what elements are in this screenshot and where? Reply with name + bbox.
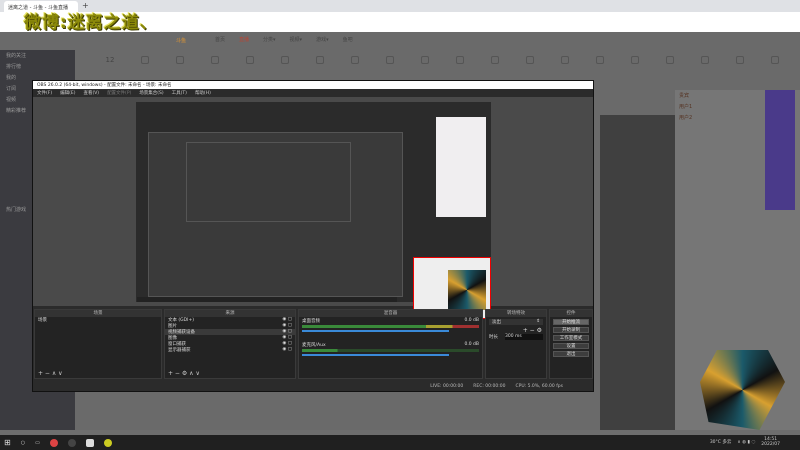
- scene-toolbar[interactable]: + − ∧ ∨: [38, 370, 63, 377]
- exit-button[interactable]: 退出: [553, 351, 589, 357]
- source-item[interactable]: 显示器捕获 ◉ ▢: [165, 347, 295, 353]
- mixer-dock: 混音器 桌面音频 0.0 dB 麦克风/Aux 0.0 dB: [298, 309, 483, 379]
- menu-edit[interactable]: 编辑(E): [60, 90, 75, 96]
- site-icon[interactable]: [695, 56, 715, 66]
- weather[interactable]: 30°C 多云: [710, 439, 732, 445]
- obs-menu-bar: 文件(F) 编辑(E) 查看(V) 配置文件(P) 场景集合(S) 工具(T) …: [33, 89, 593, 96]
- count-label: 12: [105, 56, 115, 64]
- nav-yuba[interactable]: 鱼吧: [343, 36, 353, 43]
- site-icon[interactable]: [765, 56, 785, 66]
- site-icon[interactable]: [555, 56, 575, 66]
- volume-slider[interactable]: [302, 330, 449, 332]
- site-icon[interactable]: [310, 56, 330, 66]
- dock-title: 混音器: [299, 310, 482, 317]
- cpu-fps: CPU: 5.0%, 60.00 fps: [515, 384, 564, 389]
- task-view-icon[interactable]: ▭: [35, 440, 40, 446]
- dock-title: 场景: [35, 310, 161, 317]
- menu-profile[interactable]: 配置文件(P): [107, 90, 131, 96]
- site-icon[interactable]: [625, 56, 645, 66]
- live-time: LIVE: 00:00:00: [430, 384, 464, 389]
- site-icon[interactable]: [170, 56, 190, 66]
- nav-video[interactable]: 视频▾: [290, 36, 303, 43]
- nav-game[interactable]: 游戏▾: [316, 36, 329, 43]
- scene-item[interactable]: 场景: [35, 317, 161, 323]
- obs-icon[interactable]: [67, 438, 76, 447]
- start-recording-button[interactable]: 开始录制: [553, 327, 589, 333]
- obs-preview[interactable]: [33, 97, 593, 319]
- nested-taskbar: [137, 297, 397, 302]
- dock-title: 转场特效: [486, 310, 546, 317]
- settings-button[interactable]: 设置: [553, 343, 589, 349]
- site-icon[interactable]: [205, 56, 225, 66]
- menu-scene-collection[interactable]: 场景集合(S): [139, 90, 163, 96]
- windows-start-icon[interactable]: ⊞: [4, 438, 11, 447]
- search-icon[interactable]: ○: [21, 440, 25, 446]
- site-icon-row: 12: [100, 56, 785, 66]
- site-icon[interactable]: [450, 56, 470, 66]
- left-nav-item[interactable]: 排行榜: [0, 61, 75, 72]
- app-icon[interactable]: [85, 438, 94, 447]
- system-tray: 30°C 多云 ∧ ◍ ▮ ◌ 14:51 2022/07: [710, 437, 780, 447]
- obs-title-bar: OBS 26.0.2 (64-bit, windows) - 配置文件: 未命名…: [33, 81, 593, 89]
- menu-tools[interactable]: 工具(T): [172, 90, 187, 96]
- duration-input[interactable]: 300 ms: [505, 334, 543, 340]
- scenes-dock: 场景 场景 + − ∧ ∨: [34, 309, 162, 379]
- site-icon[interactable]: [380, 56, 400, 66]
- source-toolbar[interactable]: + − ⚙ ∧ ∨: [168, 370, 200, 377]
- nav-category[interactable]: 分类▾: [263, 36, 276, 43]
- nested-chat-capture: [436, 117, 486, 217]
- sources-dock: 来源 文本 (GDI+) ◉ ▢ 图片 ◉ ▢ 视频捕获设备 ◉ ▢ 图像 ◉ ▢ 窗口…: [164, 309, 296, 379]
- volume-slider[interactable]: [302, 354, 449, 356]
- site-nav: 首页 直播 分类▾ 视频▾ 游戏▾ 鱼吧: [215, 36, 353, 43]
- mascot-source: [448, 270, 486, 310]
- app-icon[interactable]: [103, 438, 112, 447]
- site-icon[interactable]: [275, 56, 295, 66]
- menu-view[interactable]: 查看(V): [83, 90, 99, 96]
- windows-taskbar: ⊞ ○ ▭ 30°C 多云 ∧ ◍ ▮ ◌ 14:51 2022/07: [0, 435, 800, 450]
- nav-live[interactable]: 直播: [239, 36, 249, 43]
- dock-title: 来源: [165, 310, 295, 317]
- site-icon[interactable]: [240, 56, 260, 66]
- site-icon[interactable]: 12: [100, 56, 120, 66]
- site-icon[interactable]: [345, 56, 365, 66]
- site-icon[interactable]: [590, 56, 610, 66]
- obs-status-bar: LIVE: 00:00:00 REC: 00:00:00 CPU: 5.0%, …: [33, 383, 593, 391]
- site-icon[interactable]: [485, 56, 505, 66]
- duration-label: 时长: [489, 335, 498, 340]
- volume-meter: [302, 325, 479, 328]
- mixer-track: 麦克风/Aux 0.0 dB: [299, 341, 482, 359]
- transition-toolbar[interactable]: + − ⚙: [486, 327, 546, 334]
- chrome-icon[interactable]: [49, 438, 58, 447]
- transition-select[interactable]: 淡出 ⇕: [489, 319, 543, 325]
- visibility-lock-icon: ◉ ▢: [282, 347, 292, 352]
- site-icon[interactable]: [415, 56, 435, 66]
- site-icon[interactable]: [730, 56, 750, 66]
- tray-icons[interactable]: ∧ ◍ ▮ ◌: [737, 440, 755, 445]
- start-streaming-button[interactable]: 开始推流: [553, 319, 589, 325]
- nav-home[interactable]: 首页: [215, 36, 225, 43]
- controls-dock: 控件 开始推流 开始录制 工作室模式 设置 退出: [549, 309, 593, 379]
- menu-file[interactable]: 文件(F): [37, 90, 52, 96]
- site-logo: 斗鱼: [176, 38, 187, 44]
- nested-obs-capture: [186, 142, 351, 222]
- menu-help[interactable]: 帮助(H): [195, 90, 211, 96]
- volume-meter: [302, 349, 479, 352]
- transitions-dock: 转场特效 淡出 ⇕ + − ⚙ 时长 300 ms: [485, 309, 547, 379]
- dock-title: 控件: [550, 310, 592, 317]
- left-nav-item[interactable]: 我的关注: [0, 50, 75, 61]
- site-icon[interactable]: [135, 56, 155, 66]
- site-icon[interactable]: [660, 56, 680, 66]
- clock[interactable]: 14:51 2022/07: [761, 437, 780, 447]
- live-player[interactable]: [600, 115, 680, 430]
- studio-mode-button[interactable]: 工作室模式: [553, 335, 589, 341]
- rec-time: REC: 00:00:00: [473, 384, 506, 389]
- watermark: 微博:迷离之道、: [24, 13, 158, 33]
- obs-window: OBS 26.0.2 (64-bit, windows) - 配置文件: 未命名…: [32, 80, 594, 392]
- promo-banner[interactable]: [765, 90, 795, 210]
- site-icon[interactable]: [520, 56, 540, 66]
- mixer-track: 桌面音频 0.0 dB: [299, 317, 482, 335]
